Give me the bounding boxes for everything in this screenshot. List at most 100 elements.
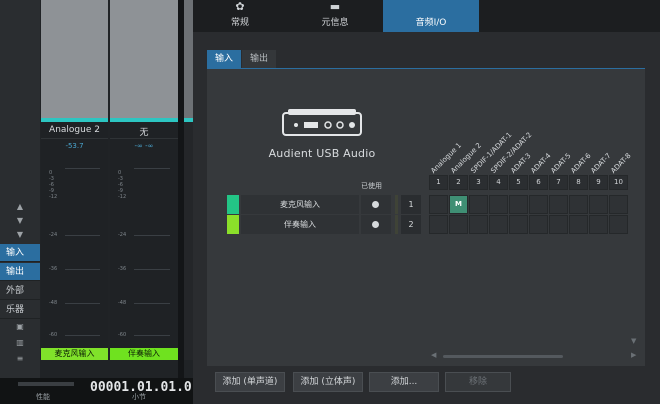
add-button[interactable]: 添加...: [369, 372, 439, 392]
subtab-output[interactable]: 输出: [242, 50, 277, 68]
channel-headers: Analogue 1 Analogue 2 SPDIF-1/ADAT-1 SPD…: [429, 125, 639, 175]
enabled-column-label: 已使用: [361, 182, 382, 190]
channel-2-header[interactable]: [110, 0, 178, 118]
meter-gridline: [134, 235, 170, 236]
input-name[interactable]: 伴奏输入: [241, 215, 359, 234]
channel-number: 4: [489, 175, 508, 190]
input-color-swatch[interactable]: [227, 195, 239, 214]
channel-strip-3[interactable]: [184, 118, 193, 360]
scroll-left-icon[interactable]: ◀: [431, 351, 436, 359]
channel-header: ADAT-8: [609, 151, 633, 175]
mixer-panel: Analogue 2 -53.7 0 -3 -6 -9 -12 -24 -36 …: [0, 0, 193, 378]
channel-header: ADAT-6: [569, 151, 593, 175]
channel-strip-1[interactable]: Analogue 2 -53.7 0 -3 -6 -9 -12 -24 -36 …: [41, 118, 108, 360]
channel-input-label[interactable]: 伴奏输入: [110, 348, 178, 360]
meter-gridline: [134, 335, 170, 336]
tab-audio-io[interactable]: 音频I/O: [383, 0, 479, 32]
channel-number: 2: [449, 175, 468, 190]
nav-item-output[interactable]: 输出: [0, 263, 40, 281]
matrix-cell[interactable]: [429, 195, 448, 214]
nav-item-external[interactable]: 外部: [0, 282, 40, 300]
meter-gridline: [65, 269, 100, 270]
device-info: Audient USB Audio: [257, 109, 387, 160]
channel-3-header[interactable]: [184, 0, 193, 118]
channel-header: ADAT-5: [549, 151, 573, 175]
scroll-down-icon[interactable]: ▼: [631, 337, 636, 345]
meter-gridline: [134, 269, 170, 270]
matrix-cell-active[interactable]: M: [449, 195, 468, 214]
song-setup-dialog: ✿ 常规 ▬ 元信息 音频I/O 输入 输出 Audient USB Audio: [193, 0, 660, 404]
channel-1-header[interactable]: [41, 0, 108, 118]
matrix-cell[interactable]: [609, 215, 628, 234]
expand-down-icon[interactable]: ▼: [0, 214, 40, 228]
add-stereo-button[interactable]: 添加 (立体声): [293, 372, 363, 392]
list-icon[interactable]: ≡: [0, 352, 40, 366]
matrix-cell[interactable]: [529, 195, 548, 214]
channel-name: 无: [139, 128, 149, 138]
audio-interface-icon: [282, 109, 362, 136]
meter-tick: -24: [118, 232, 127, 238]
channel-input-label[interactable]: 麦克风输入: [41, 348, 108, 360]
meter-gridline: [65, 303, 100, 304]
matrix-cell[interactable]: [589, 195, 608, 214]
transport-bar: 00001.01.01.0 性能 小节: [0, 378, 193, 404]
scroll-down-icon[interactable]: ▼: [0, 228, 40, 242]
matrix-cell[interactable]: [489, 215, 508, 234]
enabled-dot-icon: [372, 201, 379, 208]
tab-metadata[interactable]: ▬ 元信息: [287, 0, 383, 32]
subtab-input[interactable]: 输入: [207, 50, 242, 68]
nav-item-input[interactable]: 输入: [0, 244, 40, 262]
meter-tick: -48: [118, 300, 127, 306]
meter-tick: -12: [49, 194, 58, 200]
meter-gridline: [134, 168, 170, 169]
matrix-cell[interactable]: [509, 195, 528, 214]
matrix-cell[interactable]: [549, 195, 568, 214]
matrix-cell[interactable]: [489, 195, 508, 214]
matrix-cell[interactable]: [569, 195, 588, 214]
meter-gridline: [65, 335, 100, 336]
meter-tick: -12: [118, 194, 127, 200]
matrix-cell[interactable]: [549, 215, 568, 234]
matrix-cell[interactable]: [529, 215, 548, 234]
remove-button[interactable]: 移除: [445, 372, 511, 392]
matrix-cell[interactable]: [469, 215, 488, 234]
meter-icon[interactable]: ▥: [0, 336, 40, 350]
info-icon: ▬: [329, 0, 341, 13]
channel-number: 8: [569, 175, 588, 190]
dialog-tab-bar: ✿ 常规 ▬ 元信息 音频I/O: [193, 0, 660, 32]
collapse-up-icon[interactable]: ▲: [0, 200, 40, 214]
performance-label: 性能: [36, 393, 50, 401]
input-name[interactable]: 麦克风输入: [241, 195, 359, 214]
channel-accent: [184, 118, 193, 122]
enable-toggle[interactable]: [361, 195, 391, 214]
enabled-dot-icon: [372, 221, 379, 228]
window-icon[interactable]: ▣: [0, 320, 40, 334]
matrix-cell[interactable]: [429, 215, 448, 234]
input-color-swatch[interactable]: [227, 215, 239, 234]
tab-general[interactable]: ✿ 常规: [193, 0, 287, 32]
add-mono-button[interactable]: 添加 (单声道): [215, 372, 285, 392]
matrix-cell[interactable]: [469, 195, 488, 214]
matrix-cell[interactable]: [449, 215, 468, 234]
matrix-cell[interactable]: [569, 215, 588, 234]
channel-strip-2[interactable]: 无 -∞ -∞ 0 -3 -6 -9 -12 -24 -36 -48 -60 伴…: [110, 118, 178, 360]
matrix-cell[interactable]: [509, 215, 528, 234]
input-number: 2: [401, 215, 421, 234]
matrix-cell[interactable]: [589, 215, 608, 234]
meter-tick: -60: [118, 332, 127, 338]
nav-item-instrument[interactable]: 乐器: [0, 301, 40, 319]
scroll-right-icon[interactable]: ▶: [631, 351, 636, 359]
horizontal-scrollbar[interactable]: [443, 355, 563, 358]
row-separator: [395, 195, 398, 214]
channel-level-value: -53.7: [41, 138, 108, 152]
meter-tick: -48: [49, 300, 58, 306]
channel-number: 5: [509, 175, 528, 190]
tab-label: 常规: [230, 18, 249, 28]
enable-toggle[interactable]: [361, 215, 391, 234]
tab-label: 音频I/O: [415, 18, 447, 28]
input-number: 1: [401, 195, 421, 214]
meter-tick: -36: [49, 266, 58, 272]
matrix-cell[interactable]: [609, 195, 628, 214]
row-separator: [395, 215, 398, 234]
meter-tick: -60: [49, 332, 58, 338]
